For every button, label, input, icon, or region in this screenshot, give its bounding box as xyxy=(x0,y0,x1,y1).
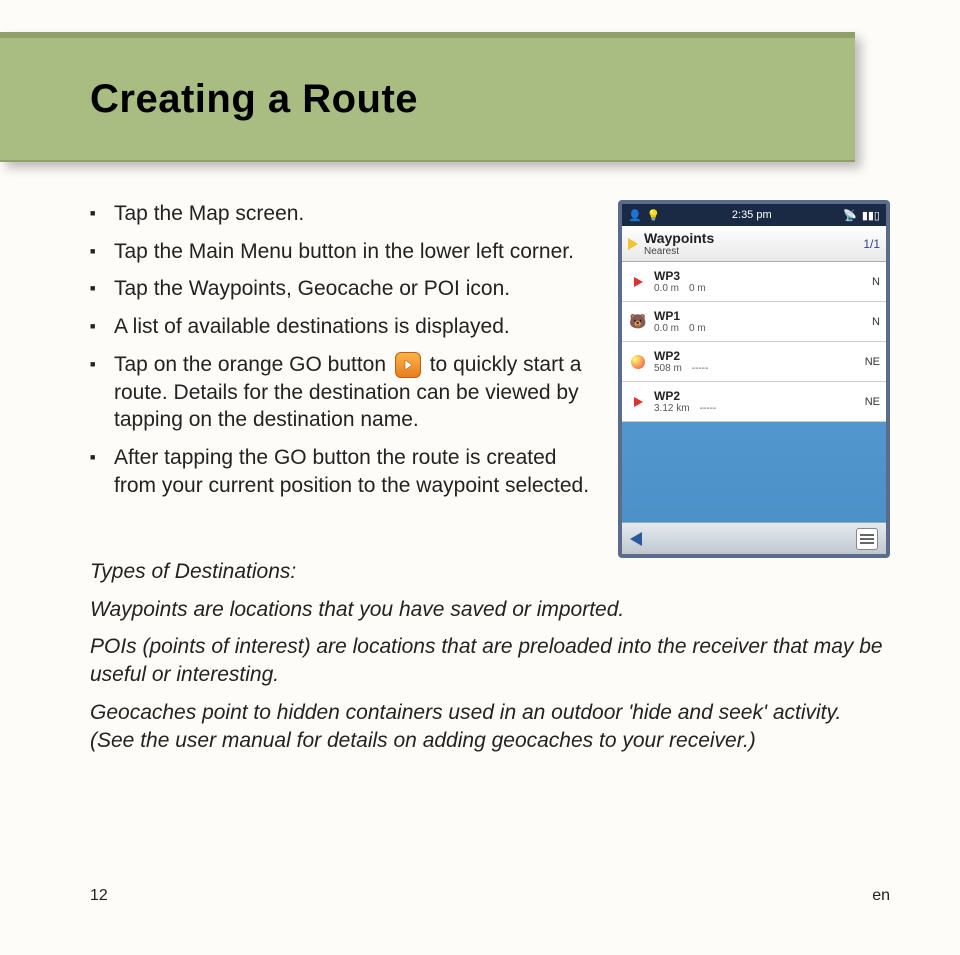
waypoint-row[interactable]: WP3 0.0 m 0 m N xyxy=(622,262,886,302)
waypoint-dist2: ----- xyxy=(700,403,717,414)
status-time: 2:35 pm xyxy=(732,209,772,221)
waypoint-row[interactable]: 🐻 WP1 0.0 m 0 m N xyxy=(622,302,886,342)
waypoint-dist1: 0.0 m xyxy=(654,323,679,334)
waypoint-dist2: 0 m xyxy=(689,283,706,294)
types-heading: Types of Destinations: xyxy=(90,558,890,586)
waypoint-name: WP2 xyxy=(654,349,859,363)
waypoints-title: Waypoints xyxy=(644,230,714,246)
content-area: Tap the Map screen. Tap the Main Menu bu… xyxy=(90,200,890,764)
waypoint-dist1: 3.12 km xyxy=(654,403,690,414)
waypoint-dir: NE xyxy=(865,356,880,368)
screenshot-column: 👤 💡 2:35 pm 📡 ▮▮▯ Waypoints Nearest xyxy=(618,200,890,558)
bear-icon: 🐻 xyxy=(628,312,648,332)
waypoint-dist2: 0 m xyxy=(689,323,706,334)
page-language: en xyxy=(872,887,890,905)
waypoint-dir: NE xyxy=(865,396,880,408)
pois-definition: POIs (points of interest) are locations … xyxy=(90,633,890,688)
page-header-bar: Creating a Route xyxy=(0,32,855,162)
waypoint-dist2: ----- xyxy=(692,363,709,374)
waypoints-page: 1/1 xyxy=(863,237,880,251)
status-bar: 👤 💡 2:35 pm 📡 ▮▮▯ xyxy=(622,204,886,226)
bullet-item: After tapping the GO button the route is… xyxy=(90,444,590,499)
device-background xyxy=(622,422,886,522)
geocaches-definition: Geocaches point to hidden containers use… xyxy=(90,699,890,754)
user-icon: 👤 xyxy=(628,209,642,222)
bullet-item: Tap the Waypoints, Geocache or POI icon. xyxy=(90,275,590,303)
waypoints-header[interactable]: Waypoints Nearest 1/1 xyxy=(622,226,886,262)
waypoint-dist1: 0.0 m xyxy=(654,283,679,294)
bullet-go: Tap on the orange GO button to quickly s… xyxy=(90,351,590,434)
bulb-icon: 💡 xyxy=(647,209,661,222)
waypoint-row[interactable]: WP2 3.12 km ----- NE xyxy=(622,382,886,422)
instructions-column: Tap the Map screen. Tap the Main Menu bu… xyxy=(90,200,590,558)
flag-red-icon xyxy=(628,272,648,292)
waypoint-dist1: 508 m xyxy=(654,363,682,374)
bullet-item: Tap the Main Menu button in the lower le… xyxy=(90,238,590,266)
waypoint-name: WP1 xyxy=(654,309,866,323)
waypoints-list: WP3 0.0 m 0 m N 🐻 WP1 0.0 m 0 m N xyxy=(622,262,886,422)
balloon-icon xyxy=(628,352,648,372)
go-button-icon xyxy=(395,352,421,378)
bullet-item: Tap the Map screen. xyxy=(90,200,590,228)
flag-icon xyxy=(628,238,638,250)
waypoint-row[interactable]: WP2 508 m ----- NE xyxy=(622,342,886,382)
back-button[interactable] xyxy=(630,532,642,546)
waypoint-name: WP2 xyxy=(654,389,859,403)
waypoint-name: WP3 xyxy=(654,269,866,283)
go-text-before: Tap on the orange GO button xyxy=(114,353,392,376)
waypoint-dir: N xyxy=(872,316,880,328)
page-number: 12 xyxy=(90,887,108,905)
waypoints-definition: Waypoints are locations that you have sa… xyxy=(90,596,890,624)
page-footer: 12 en xyxy=(90,887,890,905)
device-screenshot: 👤 💡 2:35 pm 📡 ▮▮▯ Waypoints Nearest xyxy=(618,200,890,558)
waypoints-subtitle: Nearest xyxy=(644,246,714,257)
waypoint-dir: N xyxy=(872,276,880,288)
satellite-icon: 📡 xyxy=(843,209,857,222)
bullet-item: A list of available destinations is disp… xyxy=(90,313,590,341)
page-title: Creating a Route xyxy=(90,77,418,122)
flag-red-icon xyxy=(628,392,648,412)
device-bottom-bar xyxy=(622,522,886,554)
signal-icon: ▮▮▯ xyxy=(862,209,880,222)
menu-list-button[interactable] xyxy=(856,528,878,550)
